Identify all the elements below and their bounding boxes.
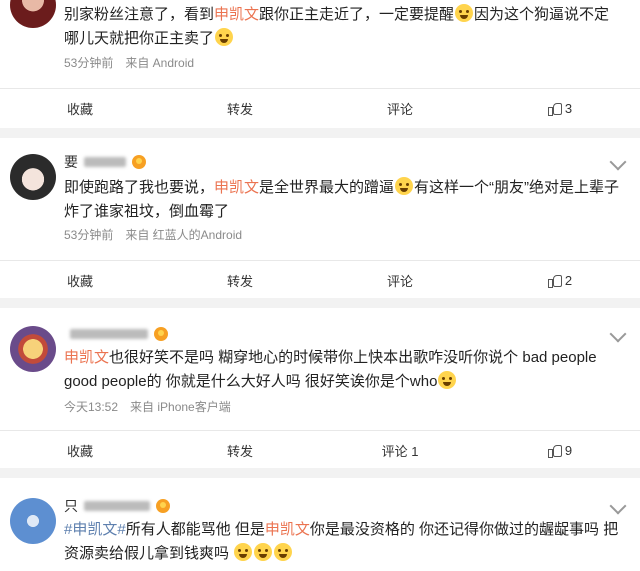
comment-meta: 53分钟前 来自 Android — [64, 56, 195, 70]
emoji-icon — [254, 543, 273, 561]
emoji-icon — [455, 4, 474, 22]
user-name[interactable]: 只 — [64, 496, 78, 516]
vip-badge-icon — [156, 499, 170, 513]
comment-text: #申凯文#所有人都能骂他 但是申凯文你是最没资格的 你还记得你做过的龌龊事吗 把… — [64, 518, 620, 566]
comment-text-segment: 是全世界最大的蹭逼 — [259, 179, 395, 196]
comment-text: 即使跑路了我也要说，申凯文是全世界最大的蹭逼 有这样一个“朋友”绝对是上辈子炸了谁… — [64, 176, 620, 224]
avatar[interactable] — [10, 0, 56, 28]
chevron-down-icon[interactable] — [609, 153, 627, 171]
comment-text-segment: 即使跑路了我也要说， — [64, 179, 215, 196]
comment-text: 申凯文也很好笑不是吗 糊穿地心的时候带你上快本出歌咋没听你说个 bad peop… — [64, 346, 620, 394]
emoji-icon — [395, 177, 414, 195]
forward-button[interactable]: 转发 — [160, 261, 320, 299]
user-name-row: 要 — [64, 152, 146, 172]
action-bar: 收藏 转发 评论 2 — [0, 260, 640, 299]
user-name-row: 只 — [64, 496, 170, 516]
thumbs-up-icon — [547, 102, 562, 116]
action-bar: 收藏 转发 评论 1 9 — [0, 430, 640, 469]
comment-text-segment: 所有人都能骂他 但是 — [125, 521, 265, 538]
favorite-button[interactable]: 收藏 — [0, 431, 160, 469]
emoji-icon — [234, 543, 253, 561]
comment-meta: 今天13:52 来自 iPhone客户端 — [64, 400, 231, 414]
comment-card: 别家粉丝注意了，看到申凯文跟你正主走近了，一定要提醒 因为这个狗逼说不定哪儿天就把… — [0, 0, 640, 128]
obscured-name — [84, 157, 126, 167]
forward-button[interactable]: 转发 — [160, 431, 320, 469]
thumbs-up-icon — [547, 274, 562, 288]
comment-button[interactable]: 评论 — [320, 261, 480, 299]
comment-text: 别家粉丝注意了，看到申凯文跟你正主走近了，一定要提醒 因为这个狗逼说不定哪儿天就把… — [64, 3, 620, 51]
comment-text-segment: 也很好笑不是吗 糊穿地心的时候带你上快本出歌咋没听你说个 bad people … — [64, 349, 597, 390]
avatar[interactable] — [10, 154, 56, 200]
favorite-button[interactable]: 收藏 — [0, 261, 160, 299]
mention-link[interactable]: 申凯文 — [214, 6, 259, 23]
user-name[interactable]: 要 — [64, 152, 78, 172]
like-button[interactable]: 2 — [480, 261, 640, 299]
avatar[interactable] — [10, 326, 56, 372]
mention-link[interactable]: 申凯文 — [214, 179, 259, 196]
avatar[interactable] — [10, 498, 56, 544]
hashtag-link[interactable]: #申凯文# — [64, 521, 126, 538]
comment-card: 要 即使跑路了我也要说，申凯文是全世界最大的蹭逼 有这样一个“朋友”绝对是上辈子炸… — [0, 138, 640, 298]
comment-button[interactable]: 评论 — [320, 89, 480, 127]
action-bar: 收藏 转发 评论 3 — [0, 88, 640, 127]
emoji-icon — [215, 28, 234, 46]
obscured-name — [84, 501, 150, 511]
comment-meta: 53分钟前 来自 红蓝人的Android — [64, 228, 243, 242]
vip-badge-icon — [132, 155, 146, 169]
mention-link[interactable]: 申凯文 — [265, 521, 310, 538]
chevron-down-icon[interactable] — [609, 325, 627, 343]
comment-text-segment: 别家粉丝注意了，看到 — [64, 6, 215, 23]
chevron-down-icon[interactable] — [609, 497, 627, 515]
like-button[interactable]: 9 — [480, 431, 640, 469]
like-button[interactable]: 3 — [480, 89, 640, 127]
comment-feed: 别家粉丝注意了，看到申凯文跟你正主走近了，一定要提醒 因为这个狗逼说不定哪儿天就把… — [0, 0, 640, 571]
comment-text-segment: 跟你正主走近了，一定要提醒 — [259, 6, 455, 23]
thumbs-up-icon — [547, 444, 562, 458]
emoji-icon — [438, 371, 457, 389]
user-name-row — [64, 324, 168, 344]
comment-button[interactable]: 评论 1 — [320, 431, 480, 469]
comment-card: 申凯文也很好笑不是吗 糊穿地心的时候带你上快本出歌咋没听你说个 bad peop… — [0, 308, 640, 468]
mention-link[interactable]: 申凯文 — [64, 349, 109, 366]
forward-button[interactable]: 转发 — [160, 89, 320, 127]
comment-card: 只 #申凯文#所有人都能骂他 但是申凯文你是最没资格的 你还记得你做过的龌龊事吗… — [0, 478, 640, 571]
emoji-icon — [274, 543, 293, 561]
vip-badge-icon — [154, 327, 168, 341]
obscured-name — [70, 329, 148, 339]
favorite-button[interactable]: 收藏 — [0, 89, 160, 127]
